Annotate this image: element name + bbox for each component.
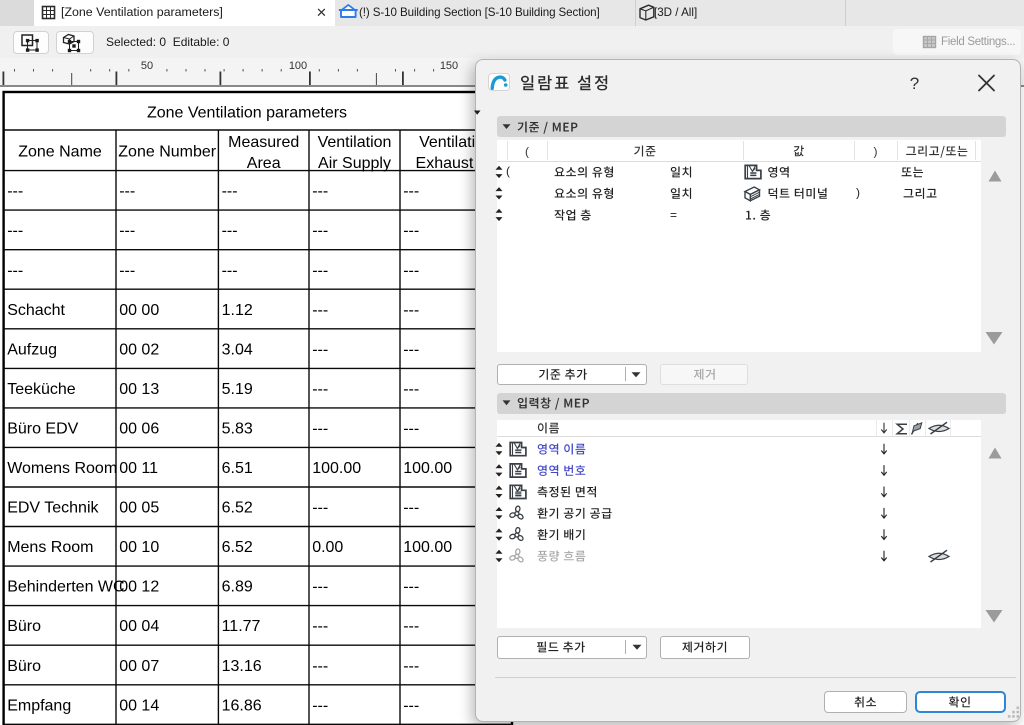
svg-text:(: ( xyxy=(506,164,510,178)
svg-text:=: = xyxy=(670,208,677,222)
svg-text:): ) xyxy=(874,145,878,159)
svg-text:): ) xyxy=(856,186,860,200)
svg-text:?: ? xyxy=(910,74,919,93)
svg-text:(: ( xyxy=(525,145,529,159)
